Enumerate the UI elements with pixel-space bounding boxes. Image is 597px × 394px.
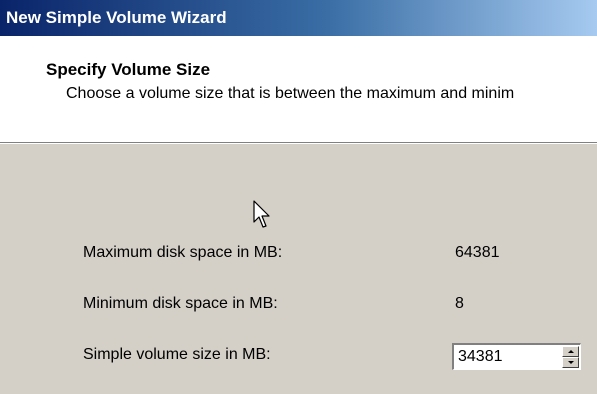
volume-size-stepper[interactable]: [452, 343, 581, 370]
spin-up-button[interactable]: [562, 346, 579, 357]
min-disk-space-label: Minimum disk space in MB:: [83, 295, 278, 312]
max-disk-space-value: 64381: [455, 244, 500, 261]
page-subtitle: Choose a volume size that is between the…: [66, 85, 515, 102]
min-disk-space-value: 8: [455, 295, 464, 312]
title-bar[interactable]: New Simple Volume Wizard: [0, 0, 597, 36]
volume-size-label: Simple volume size in MB:: [83, 346, 271, 363]
window-title: New Simple Volume Wizard: [6, 8, 227, 27]
mouse-pointer-icon: [253, 200, 270, 228]
wizard-header-panel: Specify Volume Size Choose a volume size…: [0, 36, 597, 143]
page-title: Specify Volume Size: [46, 60, 211, 79]
spin-down-arrow-icon: [567, 361, 574, 364]
max-disk-space-label: Maximum disk space in MB:: [83, 244, 283, 261]
wizard-window: New Simple Volume Wizard Specify Volume …: [0, 0, 597, 394]
volume-size-input[interactable]: [456, 346, 546, 368]
spin-up-arrow-icon: [567, 350, 574, 353]
spin-buttons: [562, 346, 579, 368]
spin-down-button[interactable]: [562, 357, 579, 368]
